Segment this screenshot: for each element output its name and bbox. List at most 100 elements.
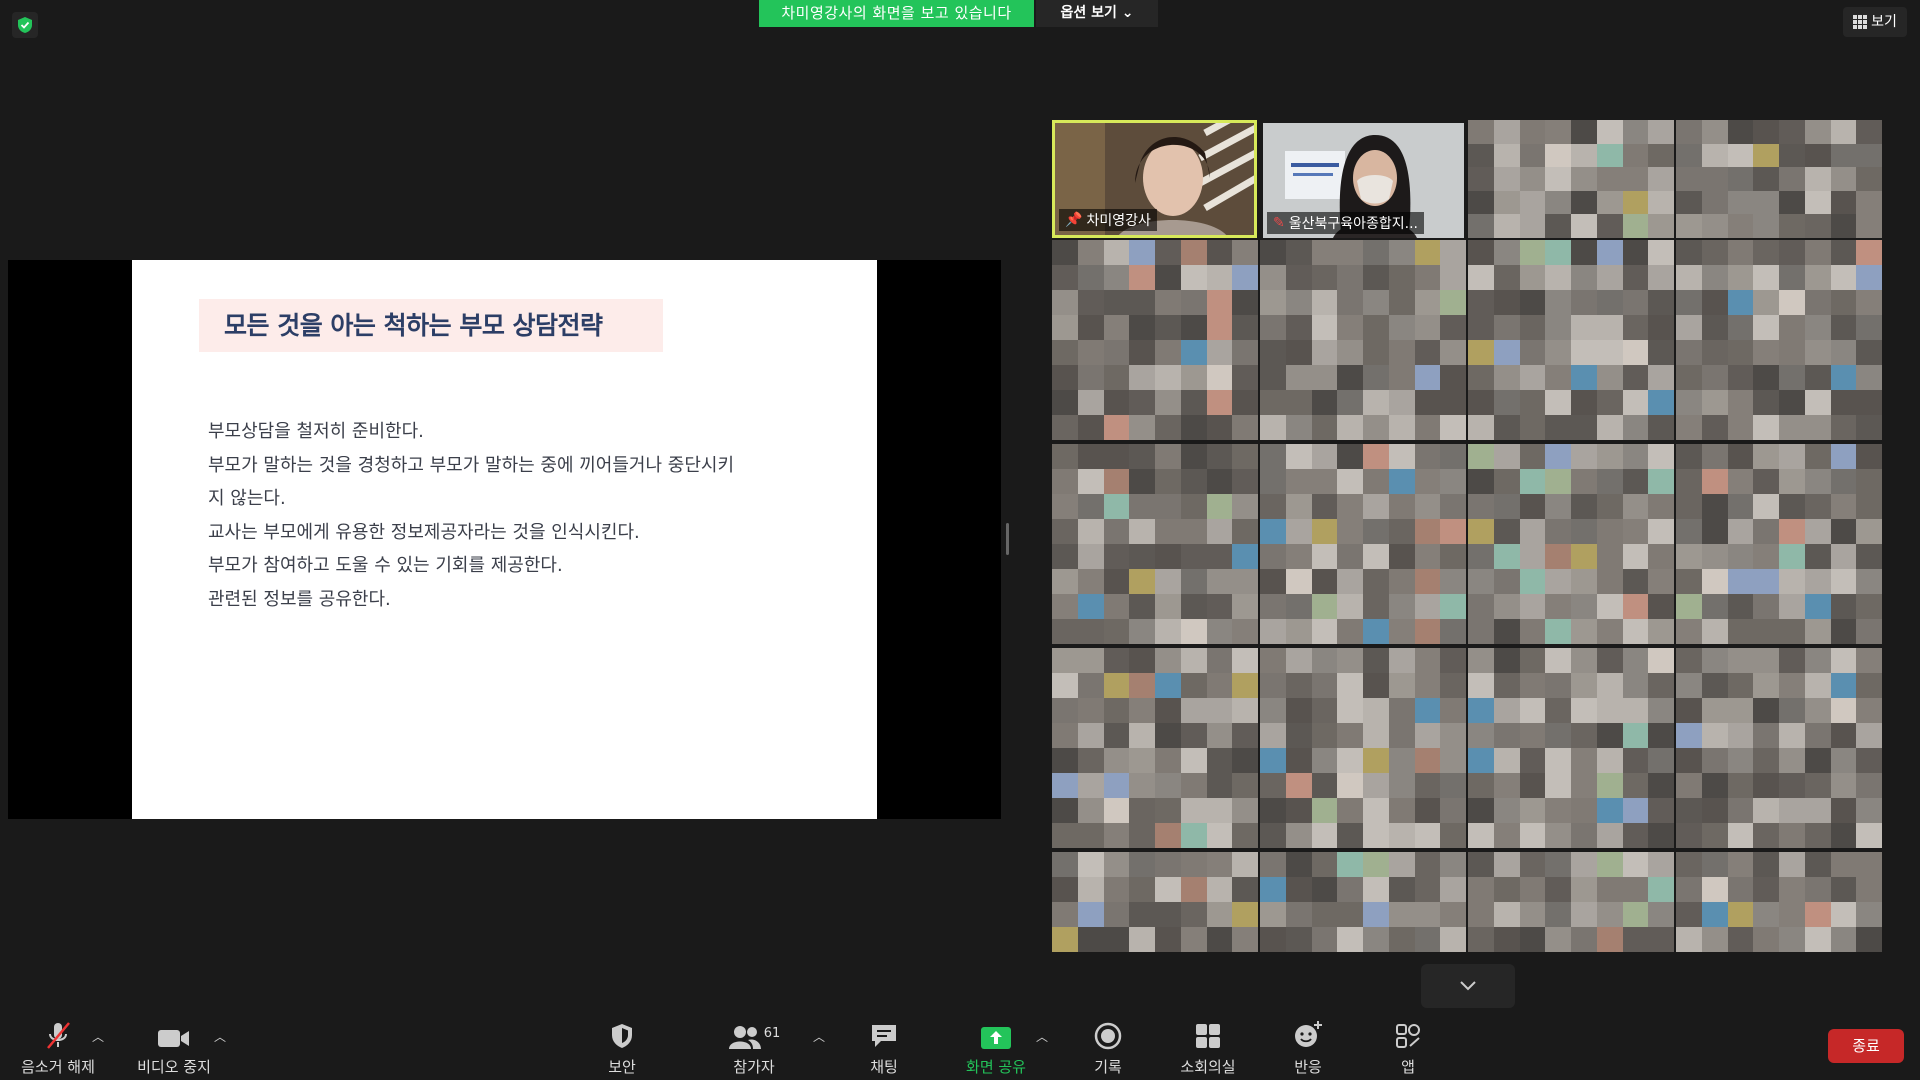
share-screen-button[interactable]: 화면 공유	[958, 1018, 1034, 1080]
video-tile-anonymized[interactable]	[1052, 240, 1258, 440]
pixelated-video-feed	[1468, 120, 1674, 238]
apps-icon	[1394, 1018, 1422, 1050]
participant-name: 차미영강사	[1086, 213, 1151, 229]
unmute-button[interactable]: 음소거 해제	[12, 1018, 104, 1080]
video-tile-anonymized[interactable]	[1260, 852, 1466, 952]
record-icon	[1094, 1018, 1122, 1050]
chat-button[interactable]: 채팅	[858, 1018, 910, 1080]
pixelated-video-feed	[1052, 648, 1258, 848]
pixelated-video-feed	[1260, 852, 1466, 952]
video-tile-anonymized[interactable]	[1676, 444, 1882, 644]
view-options-dropdown[interactable]: 옵션 보기 ⌄	[1036, 0, 1158, 27]
slide-line: 교사는 부모에게 유용한 정보제공자라는 것을 인식시킨다.	[208, 521, 640, 543]
participant-name-label: 📌 차미영강사	[1059, 209, 1157, 231]
video-camera-icon	[157, 1018, 191, 1050]
video-tile-anonymized[interactable]	[1676, 852, 1882, 952]
people-icon	[728, 1026, 761, 1049]
participant-gallery: 📌 차미영강사 ✎ 울산북구육아종합지...	[1052, 120, 1882, 955]
pixelated-video-feed	[1676, 444, 1882, 644]
chevron-down-icon	[1460, 981, 1476, 991]
video-tile-anonymized[interactable]	[1052, 444, 1258, 644]
chevron-down-icon: ⌄	[1121, 5, 1134, 21]
video-tile-anonymized[interactable]	[1676, 648, 1882, 848]
share-screen-icon	[980, 1018, 1012, 1050]
pixelated-video-feed	[1052, 240, 1258, 440]
video-tile-anonymized[interactable]	[1260, 444, 1466, 644]
grid-icon	[1853, 15, 1868, 29]
reactions-button[interactable]: 반응	[1282, 1018, 1334, 1080]
unmute-label: 음소거 해제	[21, 1058, 95, 1076]
video-tile-active-speaker[interactable]: 📌 차미영강사	[1052, 120, 1257, 238]
slide-line: 부모가 참여하고 도울 수 있는 기회를 제공한다.	[208, 555, 563, 576]
breakout-rooms-icon	[1194, 1018, 1222, 1050]
pixelated-video-feed	[1676, 240, 1882, 440]
pixelated-video-feed	[1676, 852, 1882, 952]
security-button[interactable]: 보안	[594, 1018, 650, 1080]
participants-label: 참가자	[733, 1058, 775, 1076]
view-button[interactable]: 보기	[1843, 7, 1907, 37]
breakout-rooms-button[interactable]: 소회의실	[1172, 1018, 1244, 1080]
slide-line: 부모상담을 철저히 준비한다.	[208, 421, 424, 442]
participants-button[interactable]: 61 참가자	[718, 1018, 790, 1080]
participant-count: 61	[763, 1026, 781, 1041]
mic-muted-icon	[43, 1018, 73, 1050]
slide-title: 모든 것을 아는 척하는 부모 상담전략	[224, 311, 603, 340]
video-tile-anonymized[interactable]	[1468, 648, 1674, 848]
security-label: 보안	[608, 1058, 636, 1076]
pixelated-video-feed	[1468, 648, 1674, 848]
slide-line: 부모가 말하는 것을 경청하고 부모가 말하는 중에 끼어들거나 중단시키	[208, 454, 735, 476]
video-tile-anonymized[interactable]	[1468, 852, 1674, 952]
reactions-label: 반응	[1294, 1058, 1322, 1076]
pixelated-video-feed	[1260, 444, 1466, 644]
pixelated-video-feed	[1468, 852, 1674, 952]
chat-bubble-icon	[869, 1018, 899, 1050]
smiley-plus-icon	[1293, 1018, 1323, 1050]
pixelated-video-feed	[1260, 240, 1466, 440]
participants-options-caret-icon[interactable]: ︿	[813, 1028, 825, 1045]
video-tile-anonymized[interactable]	[1260, 240, 1466, 440]
end-meeting-button[interactable]: 종료	[1828, 1029, 1904, 1063]
video-tile-anonymized[interactable]	[1260, 648, 1466, 848]
security-shield-icon[interactable]	[12, 12, 38, 38]
pin-icon: 📌	[1065, 212, 1083, 228]
video-tile-anonymized[interactable]	[1052, 648, 1258, 848]
gallery-next-page-button[interactable]	[1421, 964, 1515, 1008]
share-screen-label: 화면 공유	[966, 1058, 1026, 1076]
video-tile-anonymized[interactable]	[1468, 120, 1674, 238]
view-options-label: 옵션 보기	[1060, 5, 1117, 21]
slide-line: 관련된 정보를 공유한다.	[208, 588, 391, 610]
chat-label: 채팅	[870, 1058, 898, 1076]
view-button-label: 보기	[1871, 14, 1897, 30]
meeting-toolbar: 음소거 해제 ︿ 비디오 중지 ︿ 보안 61 참가자 ︿ 채팅 화면 공유 ︿…	[0, 1018, 1920, 1080]
pixelated-video-feed	[1260, 648, 1466, 848]
pixelated-video-feed	[1676, 648, 1882, 848]
participant-name: 울산북구육아종합지...	[1288, 216, 1419, 232]
mic-muted-icon: ✎	[1273, 215, 1285, 231]
slide-line: 지 않는다.	[208, 488, 286, 509]
video-options-caret-icon[interactable]: ︿	[214, 1028, 226, 1045]
record-button[interactable]: 기록	[1082, 1018, 1134, 1080]
panel-splitter-handle[interactable]	[1006, 523, 1009, 555]
audio-options-caret-icon[interactable]: ︿	[92, 1028, 104, 1045]
participant-name-label: ✎ 울산북구육아종합지...	[1267, 212, 1425, 234]
stop-video-button[interactable]: 비디오 중지	[132, 1018, 216, 1080]
apps-label: 앱	[1401, 1058, 1415, 1076]
share-options-caret-icon[interactable]: ︿	[1036, 1028, 1048, 1045]
record-label: 기록	[1094, 1058, 1122, 1076]
slide-body: 부모상담을 철저히 준비한다. 부모가 말하는 것을 경청하고 부모가 말하는 …	[208, 415, 828, 616]
pixelated-video-feed	[1052, 852, 1258, 952]
video-tile-anonymized[interactable]	[1676, 240, 1882, 440]
pixelated-video-feed	[1676, 120, 1882, 238]
video-tile[interactable]: ✎ 울산북구육아종합지...	[1263, 123, 1464, 238]
breakout-rooms-label: 소회의실	[1180, 1058, 1236, 1076]
apps-button[interactable]: 앱	[1382, 1018, 1434, 1080]
screen-share-banner: 차미영강사의 화면을 보고 있습니다	[759, 0, 1034, 27]
pixelated-video-feed	[1052, 444, 1258, 644]
video-tile-anonymized[interactable]	[1468, 240, 1674, 440]
video-tile-anonymized[interactable]	[1052, 852, 1258, 952]
pixelated-video-feed	[1468, 240, 1674, 440]
video-tile-anonymized[interactable]	[1676, 120, 1882, 238]
video-tile-anonymized[interactable]	[1468, 444, 1674, 644]
slide-title-box: 모든 것을 아는 척하는 부모 상담전략	[199, 299, 663, 352]
pixelated-video-feed	[1468, 444, 1674, 644]
